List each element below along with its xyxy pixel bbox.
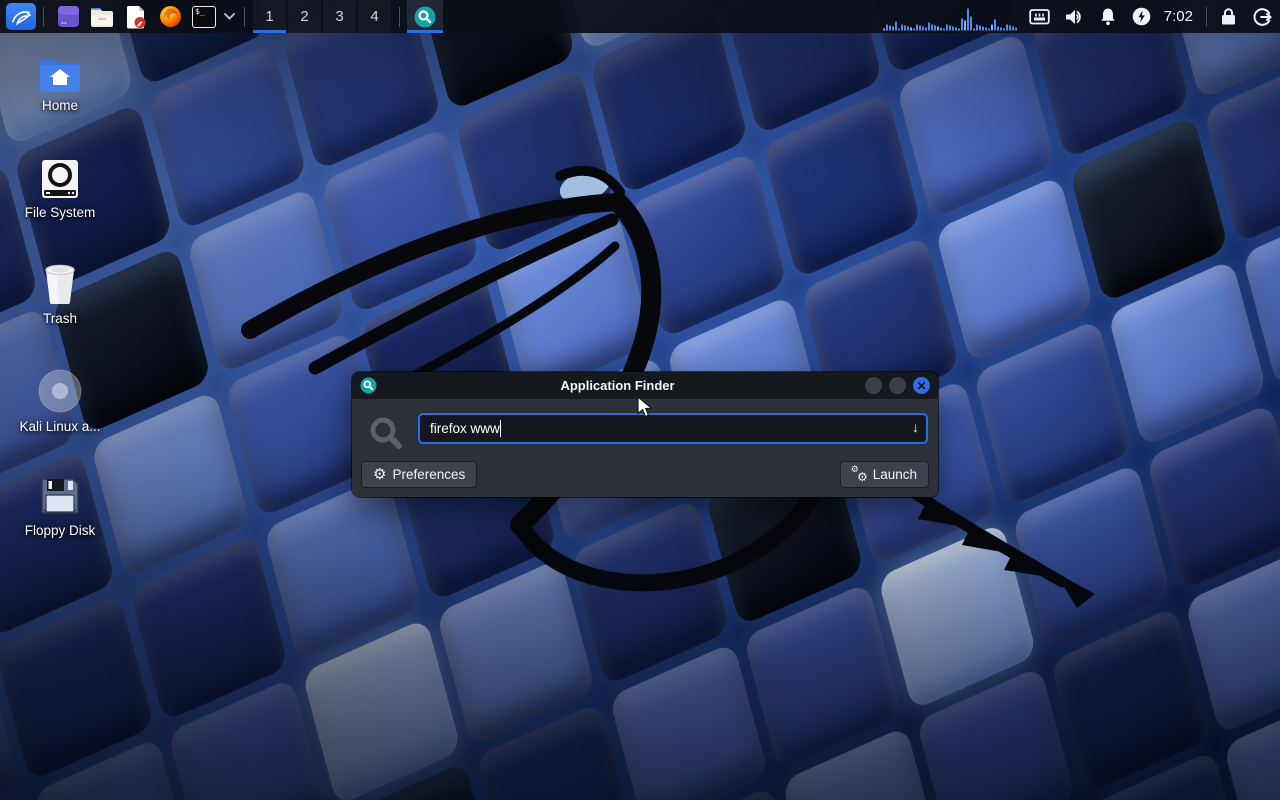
finder-task-icon <box>414 6 436 28</box>
terminal-icon: $_ <box>192 6 216 28</box>
close-button[interactable]: ✕ <box>913 377 930 394</box>
launcher-dropdown-arrow[interactable] <box>221 0 237 33</box>
maximize-button[interactable] <box>889 377 906 394</box>
window-title: Application Finder <box>377 378 858 393</box>
desktop-icon-kali-linux[interactable]: Kali Linux a... <box>10 368 110 434</box>
preferences-button[interactable]: ⚙ Preferences <box>361 461 477 488</box>
workspace-4-label: 4 <box>370 8 378 25</box>
desktop-icon-label: File System <box>25 205 96 220</box>
kali-disc-icon <box>37 368 83 414</box>
workspace-2-label: 2 <box>300 8 308 25</box>
launcher-app-window[interactable] <box>51 0 85 33</box>
logout-button[interactable] <box>1250 0 1274 33</box>
power-icon <box>1132 7 1151 26</box>
desktop-icon-home[interactable]: Home <box>10 55 110 113</box>
file-system-drive-icon <box>39 158 81 200</box>
tray-volume[interactable] <box>1062 0 1086 33</box>
home-folder-icon <box>38 55 82 93</box>
taskbar-application-finder-button[interactable] <box>407 0 443 33</box>
app-window-icon <box>57 5 80 28</box>
launcher-text-editor[interactable] <box>119 0 153 33</box>
titlebar[interactable]: Application Finder ✕ <box>352 372 938 399</box>
search-icon <box>368 415 404 451</box>
minimize-button[interactable] <box>865 377 882 394</box>
desktop-icon-label: Floppy Disk <box>25 523 96 538</box>
launcher-file-manager[interactable] <box>85 0 119 33</box>
desktop-icon-trash[interactable]: Trash <box>10 262 110 326</box>
clock[interactable]: 7:02 <box>1164 8 1193 25</box>
launcher-firefox[interactable] <box>153 0 187 33</box>
logout-icon <box>1252 7 1272 27</box>
tray-network[interactable] <box>1028 0 1052 33</box>
tray-power-manager[interactable] <box>1130 0 1154 33</box>
network-icon <box>1029 8 1050 26</box>
application-finder-window-icon <box>360 377 377 394</box>
search-field: firefox www ↓ <box>418 413 928 444</box>
search-input[interactable] <box>418 413 928 444</box>
lock-screen-button[interactable] <box>1216 0 1240 33</box>
desktop-icon-file-system[interactable]: File System <box>10 158 110 220</box>
desktop-icon-label: Trash <box>43 311 77 326</box>
workspace-1-label: 1 <box>265 8 273 25</box>
workspace-4[interactable]: 4 <box>358 0 391 33</box>
file-manager-icon <box>90 6 114 28</box>
workspace-3-label: 3 <box>335 8 343 25</box>
tray-notifications[interactable] <box>1096 0 1120 33</box>
preferences-button-label: Preferences <box>392 467 465 482</box>
floppy-disk-icon <box>38 474 82 518</box>
panel-separator <box>399 7 400 27</box>
mouse-cursor <box>637 396 656 418</box>
panel-separator <box>1206 7 1207 27</box>
trash-icon <box>38 262 82 306</box>
chevron-down-icon <box>224 13 235 20</box>
notifications-bell-icon <box>1099 7 1117 26</box>
launcher-terminal[interactable]: $_ <box>187 0 221 33</box>
launch-button-label: Launch <box>873 467 917 482</box>
workspace-1[interactable]: 1 <box>253 0 286 33</box>
workspace-2[interactable]: 2 <box>288 0 321 33</box>
applications-menu-button[interactable] <box>6 3 36 30</box>
volume-icon <box>1064 8 1084 26</box>
desktop-icon-label: Home <box>42 98 78 113</box>
application-finder-window: Application Finder ✕ firefox www ↓ ⚙ Pre… <box>352 372 938 497</box>
close-icon: ✕ <box>916 380 926 392</box>
lock-icon <box>1220 7 1237 26</box>
panel-separator <box>244 7 245 27</box>
firefox-icon <box>159 5 182 28</box>
gear-icon: ⚙ <box>373 467 386 482</box>
kali-menu-icon <box>10 7 32 27</box>
text-editor-icon <box>125 5 147 29</box>
workspace-3[interactable]: 3 <box>323 0 356 33</box>
top-panel: $_ 1 2 3 4 <box>0 0 1280 33</box>
run-gears-icon: ⚙⚙ <box>852 467 867 482</box>
desktop-icon-floppy-disk[interactable]: Floppy Disk <box>10 474 110 538</box>
cpu-graph-widget[interactable] <box>883 0 1018 33</box>
desktop-icon-label: Kali Linux a... <box>19 419 100 434</box>
panel-separator <box>43 7 44 27</box>
launch-button[interactable]: ⚙⚙ Launch <box>840 461 929 488</box>
